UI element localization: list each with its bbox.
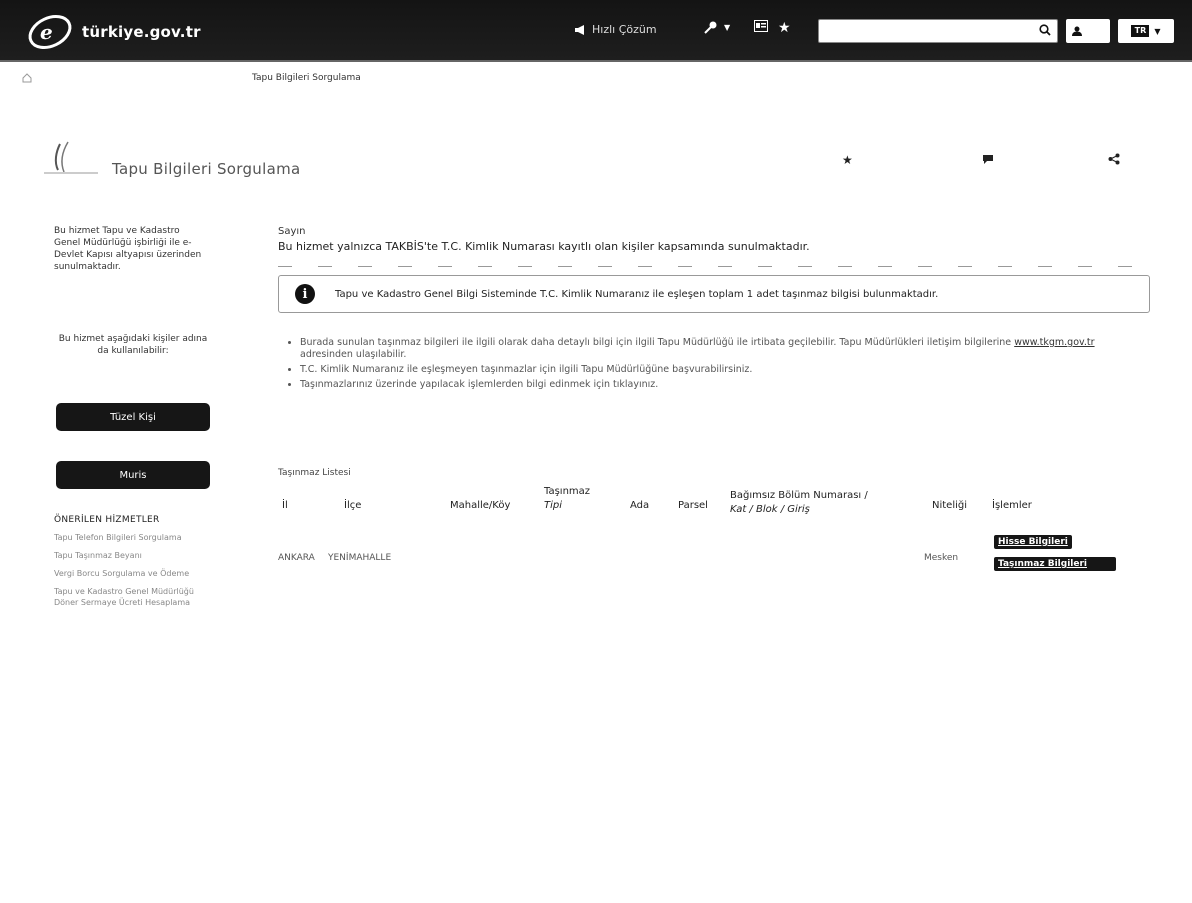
star-icon: ★ xyxy=(842,153,853,167)
page-title: Tapu Bilgileri Sorgulama xyxy=(112,160,301,178)
recommended-service-link[interactable]: Tapu Telefon Bilgileri Sorgulama xyxy=(54,532,204,543)
info-icon: i xyxy=(295,284,315,304)
info-bullet: T.C. Kimlik Numaranız ile eşleşmeyen taş… xyxy=(300,364,1100,376)
recommended-service-link[interactable]: Vergi Borcu Sorgulama ve Ödeme xyxy=(54,568,204,579)
column-header: Mahalle/Köy xyxy=(450,500,511,511)
share-icon xyxy=(1108,153,1120,165)
tkgm-logo xyxy=(44,141,98,174)
service-note: Bu hizmet aşağıdaki kişiler adına da kul… xyxy=(58,334,208,356)
tuzel-kisi-button[interactable]: Tüzel Kişi xyxy=(56,403,210,431)
column-header: Bağımsız Bölüm Numarası / xyxy=(730,490,868,501)
recommended-services-title: ÖNERİLEN HİZMETLER xyxy=(54,515,160,525)
column-header: Niteliği xyxy=(932,500,968,511)
info-alert: i Tapu ve Kadastro Genel Bilgi Sistemind… xyxy=(278,275,1150,313)
column-header: Taşınmaz xyxy=(544,486,591,497)
property-list-label: Taşınmaz Listesi xyxy=(278,468,351,478)
megaphone-icon xyxy=(575,24,584,35)
table-cell-il: ANKARA xyxy=(278,553,315,563)
search-input[interactable] xyxy=(819,21,1029,44)
comment-icon xyxy=(983,155,993,164)
divider xyxy=(278,266,1150,267)
tkgm-link[interactable]: www.tkgm.gov.tr xyxy=(1014,337,1094,348)
logo-text: türkiye.gov.tr xyxy=(82,23,201,41)
hisse-bilgileri-button[interactable]: Hisse Bilgileri xyxy=(994,535,1072,549)
turkiye-gov-logo[interactable]: e türkiye.gov.tr xyxy=(26,12,201,52)
column-header-italic: Tipi xyxy=(544,500,563,511)
info-bullet[interactable]: Taşınmazlarınız üzerinde yapılacak işlem… xyxy=(300,379,1100,391)
key-icon xyxy=(704,21,717,34)
search-icon[interactable] xyxy=(1039,24,1051,36)
column-header: İl xyxy=(282,500,288,511)
key-menu-button[interactable]: ▼ xyxy=(704,20,730,34)
quick-solution-link[interactable]: Hızlı Çözüm xyxy=(574,23,657,36)
info-alert-text: Tapu ve Kadastro Genel Bilgi Sisteminde … xyxy=(335,288,939,300)
info-bullet-list: Burada sunulan taşınmaz bilgileri ile il… xyxy=(300,337,1100,394)
breadcrumb: Tapu Bilgileri Sorgulama xyxy=(22,73,361,83)
table-cell-ilce: YENİMAHALLE xyxy=(328,553,392,563)
favorites-button[interactable]: ★ xyxy=(778,20,791,36)
id-card-button[interactable] xyxy=(754,20,768,32)
home-icon[interactable] xyxy=(22,73,32,83)
quick-solution-label: Hızlı Çözüm xyxy=(592,23,657,36)
column-header: İlçe xyxy=(344,500,362,511)
search-box[interactable] xyxy=(818,19,1058,44)
user-icon xyxy=(1072,26,1082,36)
e-logo-icon: e xyxy=(28,15,72,49)
recommended-service-link[interactable]: Tapu Taşınmaz Beyanı xyxy=(54,550,204,561)
column-header: Kat / Blok / Giriş xyxy=(730,504,810,515)
breadcrumb-current: Tapu Bilgileri Sorgulama xyxy=(252,73,361,83)
column-header: Ada xyxy=(630,500,650,511)
share-button[interactable] xyxy=(1108,153,1120,165)
table-cell-nitelik: Mesken xyxy=(924,553,959,563)
bullet-text: adresinden ulaşılabilir. xyxy=(300,349,407,360)
column-header: Parsel xyxy=(678,500,708,511)
bullet-text: Burada sunulan taşınmaz bilgileri ile il… xyxy=(300,337,1012,348)
greeting: Sayın xyxy=(278,226,306,237)
muris-button[interactable]: Muris xyxy=(56,461,210,489)
language-flag: TR xyxy=(1131,25,1150,37)
chevron-down-icon: ▼ xyxy=(1154,26,1161,36)
recommended-services-list: Tapu Telefon Bilgileri Sorgulama Tapu Ta… xyxy=(54,532,204,615)
add-favorite-button[interactable]: ★ xyxy=(842,153,853,167)
id-card-icon xyxy=(754,20,768,32)
column-header: Tipi xyxy=(544,500,562,512)
recommended-service-link[interactable]: Tapu ve Kadastro Genel Müdürlüğü Döner S… xyxy=(54,586,204,608)
top-navigation-bar: e türkiye.gov.tr Hızlı Çözüm ▼ ★ TR ▼ xyxy=(0,0,1192,62)
service-description: Bu hizmet Tapu ve Kadastro Genel Müdürlü… xyxy=(54,226,202,272)
svg-text:e: e xyxy=(40,20,53,44)
info-bullet: Burada sunulan taşınmaz bilgileri ile il… xyxy=(300,337,1100,361)
language-selector[interactable]: TR ▼ xyxy=(1118,19,1174,43)
service-info-text: Bu hizmet yalnızca TAKBİS'te T.C. Kimlik… xyxy=(278,240,810,253)
comment-button[interactable] xyxy=(982,153,994,165)
tasinmaz-bilgileri-button[interactable]: Taşınmaz Bilgileri xyxy=(994,557,1116,571)
chevron-down-icon: ▼ xyxy=(724,22,731,32)
column-header: İşlemler xyxy=(992,500,1032,511)
user-menu-button[interactable] xyxy=(1066,19,1110,43)
star-icon: ★ xyxy=(778,20,791,36)
